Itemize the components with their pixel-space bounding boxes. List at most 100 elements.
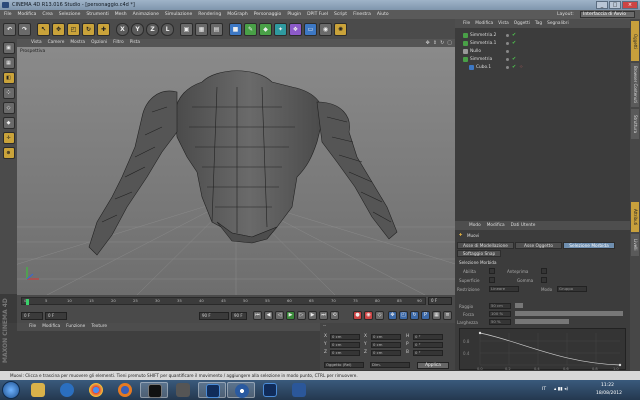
rotation-p-field[interactable]: 0 ° <box>413 342 443 348</box>
taskbar-explorer[interactable] <box>24 382 52 398</box>
current-frame-field[interactable]: 0 F <box>45 312 67 320</box>
play-icon[interactable]: ▶ <box>286 311 295 320</box>
current-frame-marker[interactable] <box>26 299 29 305</box>
points-mode-icon[interactable]: ⁘ <box>2 87 15 99</box>
raggio-slider[interactable] <box>515 303 523 308</box>
object-menu-file[interactable]: File <box>463 19 470 28</box>
viewport-menu-pista[interactable]: Pista <box>130 39 140 47</box>
light-icon[interactable]: ✺ <box>334 22 347 36</box>
coordinate-system-button[interactable]: L <box>161 22 174 36</box>
enabled-check-icon[interactable]: ✔ <box>512 56 516 63</box>
forza-field[interactable]: 100 % <box>489 311 511 317</box>
taskbar-cmd[interactable] <box>140 382 168 398</box>
array-generator-icon[interactable]: ✦ <box>274 22 287 36</box>
tab-browser-contenuti[interactable]: Browser Contenuti <box>631 63 639 107</box>
live-selection-icon[interactable]: ↖ <box>37 22 50 36</box>
deformer-icon[interactable]: ❖ <box>289 22 302 36</box>
rotate-tool-icon[interactable]: ↻ <box>82 22 95 36</box>
raggio-field[interactable]: 50 cm <box>489 303 511 309</box>
timeline-ruler[interactable]: 0 5 10 15 20 25 30 35 40 45 50 55 60 65 … <box>17 295 455 307</box>
visibility-dot[interactable] <box>506 66 509 69</box>
phong-tag-icon[interactable]: ⁘ <box>519 64 523 71</box>
taskbar-media-player[interactable] <box>53 382 81 398</box>
position-x-field[interactable]: 0 cm <box>330 334 360 340</box>
keyframe-selection-icon[interactable]: ◇ <box>375 311 384 320</box>
render-view-icon[interactable]: ▣ <box>180 22 193 36</box>
next-frame-icon[interactable]: ▷ <box>297 311 306 320</box>
object-menu-oggetti[interactable]: Oggetti <box>514 19 530 28</box>
position-z-field[interactable]: 0 cm <box>330 350 360 356</box>
texture-mode-icon[interactable]: ▦ <box>2 57 15 69</box>
visibility-dot[interactable] <box>506 58 509 61</box>
model-mode-icon[interactable]: ▣ <box>2 42 15 54</box>
layout-dropdown[interactable]: Interfaccia di Avvio <box>580 11 635 18</box>
timeline-track[interactable]: 0 5 10 15 20 25 30 35 40 45 50 55 60 65 … <box>21 297 426 305</box>
prev-key-icon[interactable]: ◀ <box>264 311 273 320</box>
menu-personaggio[interactable]: Personaggio <box>254 10 282 19</box>
menu-aiuto[interactable]: Aiuto <box>377 10 389 19</box>
viewport-menu-vista[interactable]: Vista <box>31 39 42 47</box>
preview-end-field[interactable]: 90 F <box>231 312 247 320</box>
render-settings-icon[interactable]: ▤ <box>210 22 223 36</box>
move-view-icon[interactable]: ✥ <box>426 39 430 47</box>
undo-button[interactable]: ↶ <box>3 22 16 36</box>
taskbar-app[interactable] <box>169 382 197 398</box>
object-menu-vista[interactable]: Vista <box>498 19 509 28</box>
viewport-menu-filtro[interactable]: Filtro <box>113 39 124 47</box>
enabled-check-icon[interactable]: ✔ <box>512 32 516 39</box>
tab-attributi[interactable]: Attributi <box>631 202 639 232</box>
key-parameter-icon[interactable]: P <box>421 311 430 320</box>
snap-icon[interactable]: ⊕ <box>2 147 15 159</box>
z-axis-lock-button[interactable]: Z <box>146 22 159 36</box>
clock-time[interactable]: 11:22 <box>601 383 614 388</box>
recent-tool-icon[interactable]: ✚ <box>97 22 110 36</box>
start-button[interactable] <box>2 381 20 399</box>
menu-script[interactable]: Script <box>334 10 347 19</box>
size-mode-dropdown[interactable]: Dim. <box>370 362 410 368</box>
taskbar-chrome[interactable] <box>82 382 110 398</box>
object-row-cubo-1[interactable]: Cubo.1 ✔ ⁘ <box>455 64 630 71</box>
redo-button[interactable]: ↷ <box>18 22 31 36</box>
rotation-h-field[interactable]: 0 ° <box>413 334 443 340</box>
visibility-dot[interactable] <box>506 50 509 53</box>
object-row-nullo[interactable]: Nullo <box>455 48 630 55</box>
taskbar-photoshop[interactable] <box>198 382 226 398</box>
cube-primitive-icon[interactable]: ■ <box>229 22 242 36</box>
taskbar-firefox[interactable] <box>111 382 139 398</box>
perspective-viewport[interactable]: Prospettiva <box>17 47 455 295</box>
viewport-menu-camere[interactable]: Camere <box>48 39 65 47</box>
tab-oggetti[interactable]: Oggetti <box>631 21 639 61</box>
tab-livelli[interactable]: Livelli <box>631 234 639 256</box>
goto-start-icon[interactable]: ⏮ <box>253 311 262 320</box>
taskbar-word[interactable] <box>285 382 313 398</box>
viewport-menu-opzioni[interactable]: Opzioni <box>91 39 107 47</box>
camera-icon[interactable]: ◉ <box>319 22 332 36</box>
floor-scene-icon[interactable]: ▭ <box>304 22 317 36</box>
next-key-icon[interactable]: ▶ <box>308 311 317 320</box>
minimize-button[interactable]: _ <box>596 1 608 9</box>
zoom-view-icon[interactable]: ⇕ <box>433 39 437 47</box>
coord-mode-dropdown[interactable]: Oggetto (Rel) <box>324 362 364 368</box>
visibility-dot[interactable] <box>506 34 509 37</box>
polygons-mode-icon[interactable]: ◆ <box>2 117 15 129</box>
end-frame-field[interactable]: 90 F <box>199 312 229 320</box>
taskbar-photoshop-2[interactable] <box>256 382 284 398</box>
taskbar-cinema4d[interactable] <box>227 382 255 398</box>
language-indicator[interactable]: IT <box>542 387 546 392</box>
y-axis-lock-button[interactable]: Y <box>131 22 144 36</box>
material-menu-texture[interactable]: Texture <box>91 323 107 331</box>
menu-file[interactable]: File <box>4 10 12 19</box>
enabled-check-icon[interactable]: ✔ <box>512 40 516 47</box>
enabled-check-icon[interactable]: ✔ <box>512 64 516 71</box>
menu-animazione[interactable]: Animazione <box>133 10 159 19</box>
object-row-simmetria[interactable]: Simmetria ✔ <box>455 56 630 63</box>
apply-button[interactable]: Applica <box>417 362 449 369</box>
rotation-b-field[interactable]: 0 ° <box>413 350 443 356</box>
material-menu-modifica[interactable]: Modifica <box>42 323 60 331</box>
start-frame-field[interactable]: 0 F <box>21 312 43 320</box>
menu-finestra[interactable]: Finestra <box>353 10 371 19</box>
goto-end-icon[interactable]: ⏭ <box>319 311 328 320</box>
subdivision-surface-icon[interactable]: ◆ <box>259 22 272 36</box>
larghezza-field[interactable]: 50 % <box>489 319 511 325</box>
menu-strumenti[interactable]: Strumenti <box>86 10 108 19</box>
